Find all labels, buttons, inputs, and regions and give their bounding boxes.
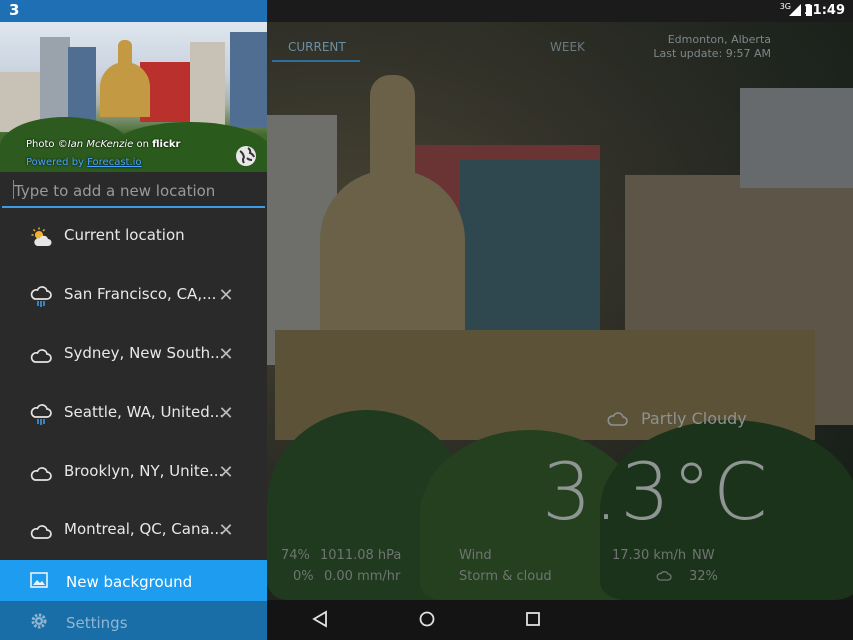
building xyxy=(230,32,267,127)
gear-icon xyxy=(31,613,47,629)
remove-location-button[interactable]: ✕ xyxy=(216,462,236,483)
cloud-icon xyxy=(30,349,52,363)
remove-location-button[interactable]: ✕ xyxy=(216,344,236,365)
credit-author: Ian McKenzie xyxy=(67,139,134,150)
location-label: San Francisco, CA,... xyxy=(64,285,217,303)
cloud-cover: 32% xyxy=(689,569,718,584)
cloud-icon xyxy=(30,525,52,539)
globe-icon[interactable] xyxy=(235,145,257,167)
powered-prefix: Powered by xyxy=(26,157,88,168)
precip-amount: 0.00 mm/hr xyxy=(324,569,401,584)
building xyxy=(68,47,96,127)
wind-direction: NW xyxy=(692,548,715,563)
text-caret xyxy=(13,180,14,199)
precip-probability: 0% xyxy=(293,569,314,584)
cloud-icon xyxy=(656,571,672,581)
weather-condition: Partly Cloudy xyxy=(641,409,747,428)
location-label: Seattle, WA, United... xyxy=(64,403,225,421)
image-icon xyxy=(30,572,48,588)
rain-cloud-icon xyxy=(30,286,52,307)
cloud-icon xyxy=(607,412,628,426)
pressure: 1011.08 hPa xyxy=(320,548,402,563)
tab-week[interactable]: WEEK xyxy=(550,40,585,54)
status-bar: 3G 11:49 xyxy=(267,0,853,22)
remove-location-button[interactable]: ✕ xyxy=(216,285,236,306)
settings-label: Settings xyxy=(66,614,128,632)
location-item-sydney[interactable]: Sydney, New South... ✕ xyxy=(0,326,267,384)
humidity: 74% xyxy=(281,548,310,563)
wind-speed: 17.30 km/h xyxy=(612,548,687,563)
powered-by: Powered by Forecast.io xyxy=(26,157,142,168)
building xyxy=(740,88,853,188)
rain-cloud-icon xyxy=(30,404,52,425)
location-name: Edmonton, Alberta xyxy=(667,33,771,46)
notification-count: 3 xyxy=(9,1,20,19)
recents-icon[interactable] xyxy=(525,610,541,628)
temperature: 3.3°C xyxy=(542,448,770,538)
remove-location-button[interactable]: ✕ xyxy=(216,520,236,541)
credit-prefix: Photo © xyxy=(26,139,68,150)
last-update: Last update: 9:57 AM xyxy=(653,47,771,60)
credit-on: on xyxy=(133,139,153,150)
tab-indicator xyxy=(272,60,360,62)
location-item-current[interactable]: Current location xyxy=(0,208,267,266)
location-search-input[interactable] xyxy=(12,178,266,204)
new-background-label: New background xyxy=(66,573,193,591)
signal-icon xyxy=(789,4,801,16)
navigation-bar xyxy=(267,600,853,640)
location-info: Edmonton, Alberta Last update: 9:57 AM xyxy=(653,33,771,61)
location-item-san-francisco[interactable]: San Francisco, CA,... ✕ xyxy=(0,267,267,325)
clock: 11:49 xyxy=(803,3,845,18)
photo-credit: Photo ©Ian McKenzie on flickr xyxy=(26,139,181,150)
location-item-seattle[interactable]: Seattle, WA, United... ✕ xyxy=(0,385,267,443)
wind-label: Wind xyxy=(459,548,492,563)
tab-current[interactable]: CURRENT xyxy=(288,40,346,54)
back-icon[interactable] xyxy=(312,610,328,628)
remove-location-button[interactable]: ✕ xyxy=(216,403,236,424)
tower xyxy=(370,75,415,185)
drawer-status-bar: 3 xyxy=(0,0,267,22)
new-background-button[interactable]: New background xyxy=(0,560,267,601)
building xyxy=(460,160,600,340)
navigation-drawer: 3 Photo ©Ian McKenzie on flickr Powered … xyxy=(0,0,267,640)
location-label: Current location xyxy=(64,226,185,244)
location-item-brooklyn[interactable]: Brooklyn, NY, Unite... ✕ xyxy=(0,444,267,502)
dome xyxy=(100,62,150,117)
forecast-io-link[interactable]: Forecast.io xyxy=(87,157,141,168)
cloud-icon xyxy=(30,467,52,481)
location-label: Sydney, New South... xyxy=(64,344,225,362)
location-item-montreal[interactable]: Montreal, QC, Cana... ✕ xyxy=(0,502,267,560)
location-label: Brooklyn, NY, Unite... xyxy=(64,462,224,480)
location-label: Montreal, QC, Cana... xyxy=(64,520,224,538)
building xyxy=(40,37,70,127)
tower xyxy=(118,40,132,70)
credit-site: flickr xyxy=(152,139,181,150)
settings-button[interactable]: Settings xyxy=(0,601,267,640)
home-icon[interactable] xyxy=(418,610,436,628)
building xyxy=(190,42,225,127)
wind-description: Storm & cloud xyxy=(459,569,552,584)
partly-sunny-icon xyxy=(31,227,52,246)
